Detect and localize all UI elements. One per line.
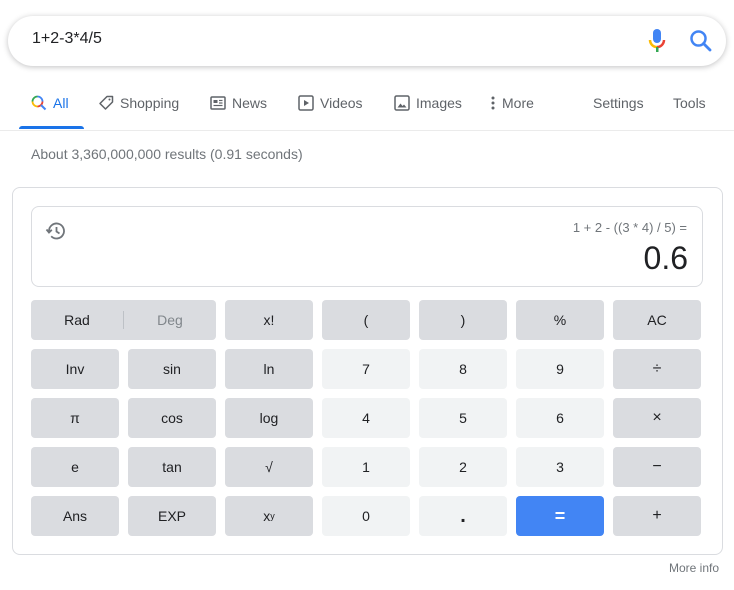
active-tab-indicator [19,126,84,129]
search-box[interactable]: 1+2-3*4/5 [8,16,726,66]
divide-button[interactable]: ÷ [613,349,701,389]
tab-news[interactable]: News [210,95,267,111]
play-icon [298,95,314,111]
equals-button[interactable]: = [516,496,604,536]
digit-1-button[interactable]: 1 [322,447,410,487]
tab-images[interactable]: Images [394,95,462,111]
tab-videos[interactable]: Videos [298,95,363,111]
answer-button[interactable]: Ans [31,496,119,536]
sin-button[interactable]: sin [128,349,216,389]
tools-link[interactable]: Tools [673,95,706,111]
microphone-icon[interactable] [646,28,668,54]
tan-button[interactable]: tan [128,447,216,487]
factorial-button[interactable]: x! [225,300,313,340]
power-exponent: y [270,511,275,521]
tab-shopping[interactable]: Shopping [98,95,179,111]
more-vertical-icon [491,96,495,110]
digit-9-button[interactable]: 9 [516,349,604,389]
open-paren-button[interactable]: ( [322,300,410,340]
more-info-link[interactable]: More info [669,561,719,575]
deg-button[interactable]: Deg [124,312,216,328]
image-icon [394,95,410,111]
log-button[interactable]: log [225,398,313,438]
digit-7-button[interactable]: 7 [322,349,410,389]
tab-label: More [502,95,534,111]
settings-label: Settings [593,95,644,111]
power-base: x [263,508,271,524]
pi-button[interactable]: π [31,398,119,438]
minus-button[interactable]: − [613,447,701,487]
history-icon[interactable] [45,220,67,242]
sqrt-button[interactable]: √ [225,447,313,487]
digit-3-button[interactable]: 3 [516,447,604,487]
euler-button[interactable]: e [31,447,119,487]
calculation-expression: 1 + 2 - ((3 * 4) / 5) = [572,220,687,235]
power-button[interactable]: xy [225,496,313,536]
calculation-result: 0.6 [643,240,688,276]
settings-link[interactable]: Settings [593,95,644,111]
angle-mode-toggle[interactable]: Rad Deg [31,300,216,340]
all-clear-button[interactable]: AC [613,300,701,340]
tab-label: News [232,95,268,111]
search-input[interactable]: 1+2-3*4/5 [32,30,102,48]
tab-label: Shopping [120,95,180,111]
newspaper-icon [210,96,226,110]
search-tabs: All Shopping News Videos Images More Set… [0,90,734,131]
digit-6-button[interactable]: 6 [516,398,604,438]
tab-label: Images [416,95,462,111]
exp-button[interactable]: EXP [128,496,216,536]
digit-4-button[interactable]: 4 [322,398,410,438]
tab-all[interactable]: All [31,95,69,111]
tools-label: Tools [673,95,706,111]
calculator-display: 1 + 2 - ((3 * 4) / 5) = 0.6 [31,206,703,287]
tab-more[interactable]: More [490,95,534,111]
calculator-card: 1 + 2 - ((3 * 4) / 5) = 0.6 Rad Deg x! (… [12,187,723,555]
multiply-button[interactable]: × [613,398,701,438]
inverse-button[interactable]: Inv [31,349,119,389]
percent-button[interactable]: % [516,300,604,340]
tab-label: All [53,95,69,111]
plus-button[interactable]: + [613,496,701,536]
digit-0-button[interactable]: 0 [322,496,410,536]
ln-button[interactable]: ln [225,349,313,389]
cos-button[interactable]: cos [128,398,216,438]
digit-2-button[interactable]: 2 [419,447,507,487]
close-paren-button[interactable]: ) [419,300,507,340]
search-icon[interactable] [688,28,714,54]
digit-8-button[interactable]: 8 [419,349,507,389]
rad-button[interactable]: Rad [31,312,123,328]
tag-icon [99,95,114,110]
digit-5-button[interactable]: 5 [419,398,507,438]
result-stats: About 3,360,000,000 results (0.91 second… [31,146,303,162]
search-icon [31,95,47,111]
tab-label: Videos [320,95,363,111]
decimal-point-button[interactable]: . [419,496,507,536]
